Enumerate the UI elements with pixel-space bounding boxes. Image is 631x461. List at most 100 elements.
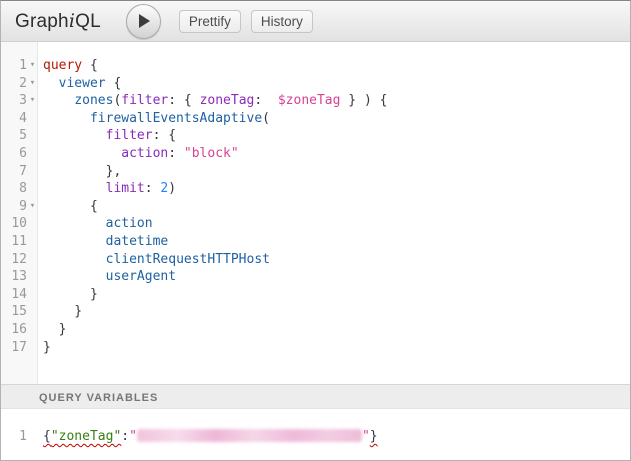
- code-token: datetime: [106, 234, 169, 249]
- code-token: [43, 234, 106, 249]
- code-token: :: [254, 93, 277, 108]
- play-icon: [139, 14, 150, 28]
- code-line: 14 }: [1, 286, 630, 304]
- code-text: firewallEventsAdaptive(: [38, 110, 270, 128]
- code-line: 13 userAgent: [1, 268, 630, 286]
- code-token: action: [106, 216, 153, 231]
- fold-gutter-spacer: [27, 303, 38, 321]
- code-text: query {: [38, 57, 98, 75]
- code-token: $zoneTag: [278, 93, 341, 108]
- code-token: }: [370, 429, 378, 444]
- code-token: ): [168, 181, 176, 196]
- code-text: zones(filter: { zoneTag: $zoneTag } ) {: [38, 92, 387, 110]
- code-token: } ) {: [340, 93, 387, 108]
- query-variables-title: QUERY VARIABLES: [39, 392, 158, 404]
- fold-gutter-spacer: [27, 286, 38, 304]
- code-text: },: [38, 163, 121, 181]
- code-token: userAgent: [106, 269, 176, 284]
- code-line: 15 }: [1, 303, 630, 321]
- code-token: ": [362, 429, 370, 444]
- code-text: datetime: [38, 233, 168, 251]
- code-token: filter: [106, 128, 153, 143]
- code-token: {: [43, 429, 51, 444]
- code-text: {: [38, 198, 98, 216]
- code-token: [43, 181, 106, 196]
- fold-arrow-icon[interactable]: ▾: [27, 198, 38, 216]
- code-token: ": [129, 429, 137, 444]
- history-button[interactable]: History: [251, 10, 313, 33]
- code-line: 12 clientRequestHTTPHost: [1, 251, 630, 269]
- fold-arrow-icon[interactable]: ▾: [27, 75, 38, 93]
- logo-text-2: QL: [75, 11, 101, 32]
- code-token: :: [145, 181, 161, 196]
- code-token: action: [121, 146, 168, 161]
- prettify-button[interactable]: Prettify: [179, 10, 241, 33]
- code-line: 9▾ {: [1, 198, 630, 216]
- code-token: (: [262, 111, 270, 126]
- code-token: viewer: [59, 76, 106, 91]
- graphiql-window: GraphiQL Prettify History 1▾query {2▾ vi…: [0, 0, 631, 461]
- code-line: 8 limit: 2): [1, 180, 630, 198]
- code-text: }: [38, 339, 51, 357]
- code-token: [43, 128, 106, 143]
- line-number: 1: [1, 428, 27, 446]
- code-text: }: [38, 321, 66, 339]
- code-token: {: [82, 58, 98, 73]
- line-number: 4: [1, 110, 27, 128]
- line-number: 17: [1, 339, 27, 357]
- code-token: filter: [121, 93, 168, 108]
- variables-line: 1 {"zoneTag":""}: [1, 409, 630, 446]
- code-token: {: [106, 76, 122, 91]
- query-code-lines: 1▾query {2▾ viewer {3▾ zones(filter: { z…: [1, 42, 630, 356]
- line-number: 3: [1, 92, 27, 110]
- code-text: action: "block": [38, 145, 239, 163]
- code-token: {: [43, 199, 98, 214]
- code-token: limit: [106, 181, 145, 196]
- code-line: 6 action: "block": [1, 145, 630, 163]
- fold-gutter-spacer: [27, 215, 38, 233]
- app-logo: GraphiQL: [15, 10, 101, 33]
- code-line: 10 action: [1, 215, 630, 233]
- fold-gutter-spacer: [27, 180, 38, 198]
- code-text: }: [38, 303, 82, 321]
- code-line: 7 },: [1, 163, 630, 181]
- query-variables-header[interactable]: QUERY VARIABLES: [1, 384, 630, 409]
- code-line: 11 datetime: [1, 233, 630, 251]
- code-token: [43, 76, 59, 91]
- execute-button[interactable]: [126, 4, 161, 39]
- line-number: 9: [1, 198, 27, 216]
- fold-gutter-spacer: [27, 251, 38, 269]
- code-token: query: [43, 58, 82, 73]
- code-text: clientRequestHTTPHost: [38, 251, 270, 269]
- toolbar: GraphiQL Prettify History: [1, 1, 630, 42]
- code-token: :: [168, 146, 184, 161]
- fold-gutter-spacer: [27, 233, 38, 251]
- line-number: 1: [1, 57, 27, 75]
- code-token: clientRequestHTTPHost: [106, 252, 270, 267]
- fold-gutter-spacer: [27, 163, 38, 181]
- code-text: limit: 2): [38, 180, 176, 198]
- code-token: firewallEventsAdaptive: [90, 111, 262, 126]
- variables-editor[interactable]: 1 {"zoneTag":""}: [1, 409, 630, 460]
- code-line: 4 firewallEventsAdaptive(: [1, 110, 630, 128]
- fold-arrow-icon[interactable]: ▾: [27, 57, 38, 75]
- fold-arrow-icon[interactable]: ▾: [27, 92, 38, 110]
- line-number: 13: [1, 268, 27, 286]
- line-number: 16: [1, 321, 27, 339]
- query-editor[interactable]: 1▾query {2▾ viewer {3▾ zones(filter: { z…: [1, 42, 630, 384]
- line-number: 2: [1, 75, 27, 93]
- code-line: 16 }: [1, 321, 630, 339]
- code-line: 1▾query {: [1, 57, 630, 75]
- code-token: : {: [168, 93, 199, 108]
- code-token: [43, 146, 121, 161]
- code-token: zoneTag: [200, 93, 255, 108]
- code-text: }: [38, 286, 98, 304]
- fold-gutter-spacer: [27, 321, 38, 339]
- code-token: [43, 269, 106, 284]
- line-number: 10: [1, 215, 27, 233]
- fold-gutter-spacer: [27, 145, 38, 163]
- code-token: [43, 216, 106, 231]
- code-token: }: [43, 287, 98, 302]
- code-token: }: [43, 340, 51, 355]
- line-number: 14: [1, 286, 27, 304]
